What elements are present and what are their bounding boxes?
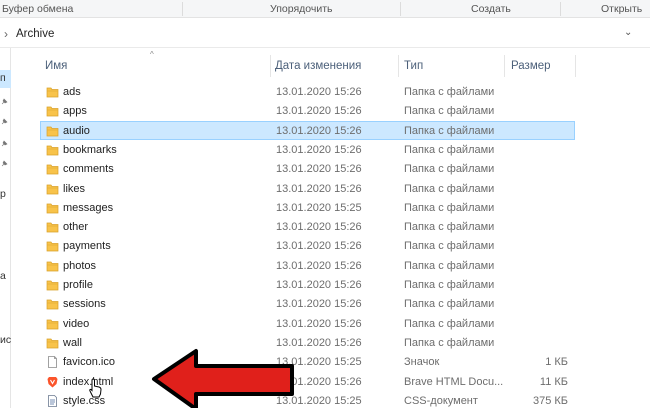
mouse-cursor-icon [89,378,102,398]
file-name: audio [63,124,90,137]
file-name: sessions [63,298,106,311]
file-date: 13.01.2020 15:26 [276,124,362,137]
file-date: 13.01.2020 15:26 [276,163,362,176]
file-name: comments [63,163,114,176]
column-divider[interactable] [575,55,576,77]
file-date: 13.01.2020 15:26 [276,279,362,291]
file-type: CSS-документ [404,394,478,407]
file-type: Папка с файлами [404,105,495,118]
column-header-name[interactable]: Имя [40,50,270,82]
file-date: 13.01.2020 15:26 [276,86,362,98]
file-name: other [63,221,89,234]
ribbon-separator [182,2,183,16]
file-type: Папка с файлами [404,259,495,272]
file-row-messages[interactable]: messages 13.01.2020 15:25 Папка с файлами [40,198,575,217]
file-row-index-html[interactable]: index.html 13.01.2020 15:26 Brave HTML Doc… [40,372,575,391]
column-header-size[interactable]: Размер [505,50,575,82]
file-type: Папка с файлами [404,279,495,291]
nav-item-fragment[interactable]: п [0,72,6,84]
file-name: wall [63,336,82,349]
nav-item-fragment[interactable]: ис [0,334,11,346]
file-row-video[interactable]: video 13.01.2020 15:26 Папка с файлами [40,314,575,333]
file-name: ads [63,86,81,98]
file-type: Папка с файлами [404,163,495,176]
ribbon-separator [400,2,401,16]
file-type: Папка с файлами [404,201,495,214]
navigation-pane[interactable]: п р а ис [0,48,11,408]
file-name: favicon.ico [63,356,115,369]
file-row-bookmarks[interactable]: bookmarks 13.01.2020 15:26 Папка с файлами [40,140,575,159]
file-name: video [63,317,90,330]
file-date: 13.01.2020 15:25 [276,201,362,214]
file-row-audio[interactable]: audio 13.01.2020 15:26 Папка с файлами [40,120,575,140]
breadcrumb-archive[interactable]: Archive [16,28,54,40]
file-row-apps[interactable]: apps 13.01.2020 15:26 Папка с файлами [40,101,575,120]
file-row-comments[interactable]: comments 13.01.2020 15:26 Папка с файлами [40,159,575,178]
file-date: 13.01.2020 15:26 [276,259,362,272]
file-date: 13.01.2020 15:26 [276,240,362,253]
file-row-wall[interactable]: wall 13.01.2020 15:26 Папка с файлами [40,333,575,352]
file-size: 11 КБ [539,375,568,388]
file-type: Папка с файлами [404,298,495,311]
file-row-style-css[interactable]: style.css 13.01.2020 15:25 CSS-документ 375… [40,391,575,408]
nav-item-fragment[interactable]: р [0,188,6,200]
file-date: 13.01.2020 15:26 [276,105,362,118]
pin-icon [1,118,8,125]
file-date: 13.01.2020 15:26 [276,143,362,156]
ribbon-group-clipboard[interactable]: Буфер обмена [2,3,73,15]
file-type: Папка с файлами [404,143,495,156]
address-bar[interactable]: › Archive ⌄ [0,22,650,48]
file-name: payments [63,240,111,253]
file-name: apps [63,105,87,118]
file-type: Папка с файлами [404,317,495,330]
file-type: Папка с файлами [404,336,495,349]
file-name: bookmarks [63,143,117,156]
ribbon-group-organize[interactable]: Упорядочить [270,3,332,15]
file-row-ads[interactable]: ads 13.01.2020 15:26 Папка с файлами [40,82,575,101]
nav-item-fragment[interactable]: а [0,270,6,282]
pin-icon [1,98,8,105]
file-row-photos[interactable]: photos 13.01.2020 15:26 Папка с файлами [40,256,575,275]
file-type: Значок [404,356,440,369]
column-header-type[interactable]: Тип [399,50,504,82]
red-arrow-annotation [152,349,294,408]
column-header-date[interactable]: Дата изменения [271,50,398,82]
file-type: Папка с файлами [404,240,495,253]
file-date: 13.01.2020 15:26 [276,298,362,311]
ribbon-group-labels: Буфер обмена Упорядочить Создать Открыть [0,0,650,18]
file-date: 13.01.2020 15:26 [276,221,362,234]
address-divider [0,47,650,48]
file-name: photos [63,259,97,272]
ribbon-group-open[interactable]: Открыть [601,3,642,15]
address-dropdown-icon[interactable]: ⌄ [624,27,632,38]
file-type: Папка с файлами [404,124,495,137]
file-type: Папка с файлами [404,221,495,234]
file-row-likes[interactable]: likes 13.01.2020 15:26 Папка с файлами [40,179,575,198]
file-row-payments[interactable]: payments 13.01.2020 15:26 Папка с файлами [40,236,575,255]
file-row-favicon-ico[interactable]: favicon.ico 13.01.2020 15:25 Значок 1 КБ [40,352,575,371]
file-size: 1 КБ [545,356,568,369]
file-type: Brave HTML Docu... [404,375,504,388]
file-type: Папка с файлами [404,182,495,195]
file-row-other[interactable]: other 13.01.2020 15:26 Папка с файлами [40,217,575,236]
pin-icon [1,160,8,167]
file-size: 375 КБ [532,394,568,407]
file-row-sessions[interactable]: sessions 13.01.2020 15:26 Папка с файлами [40,294,575,313]
file-type: Папка с файлами [404,86,495,98]
file-name: profile [63,279,93,291]
breadcrumb-chevron-icon[interactable]: › [4,27,8,41]
file-row-profile[interactable]: profile 13.01.2020 15:26 Папка с файлами [40,275,575,294]
pin-icon [1,140,8,147]
file-date: 13.01.2020 15:26 [276,317,362,330]
file-name: messages [63,201,114,214]
file-date: 13.01.2020 15:26 [276,182,362,195]
file-name: likes [63,182,86,195]
ribbon-separator [560,2,561,16]
ribbon-group-new[interactable]: Создать [471,3,511,15]
